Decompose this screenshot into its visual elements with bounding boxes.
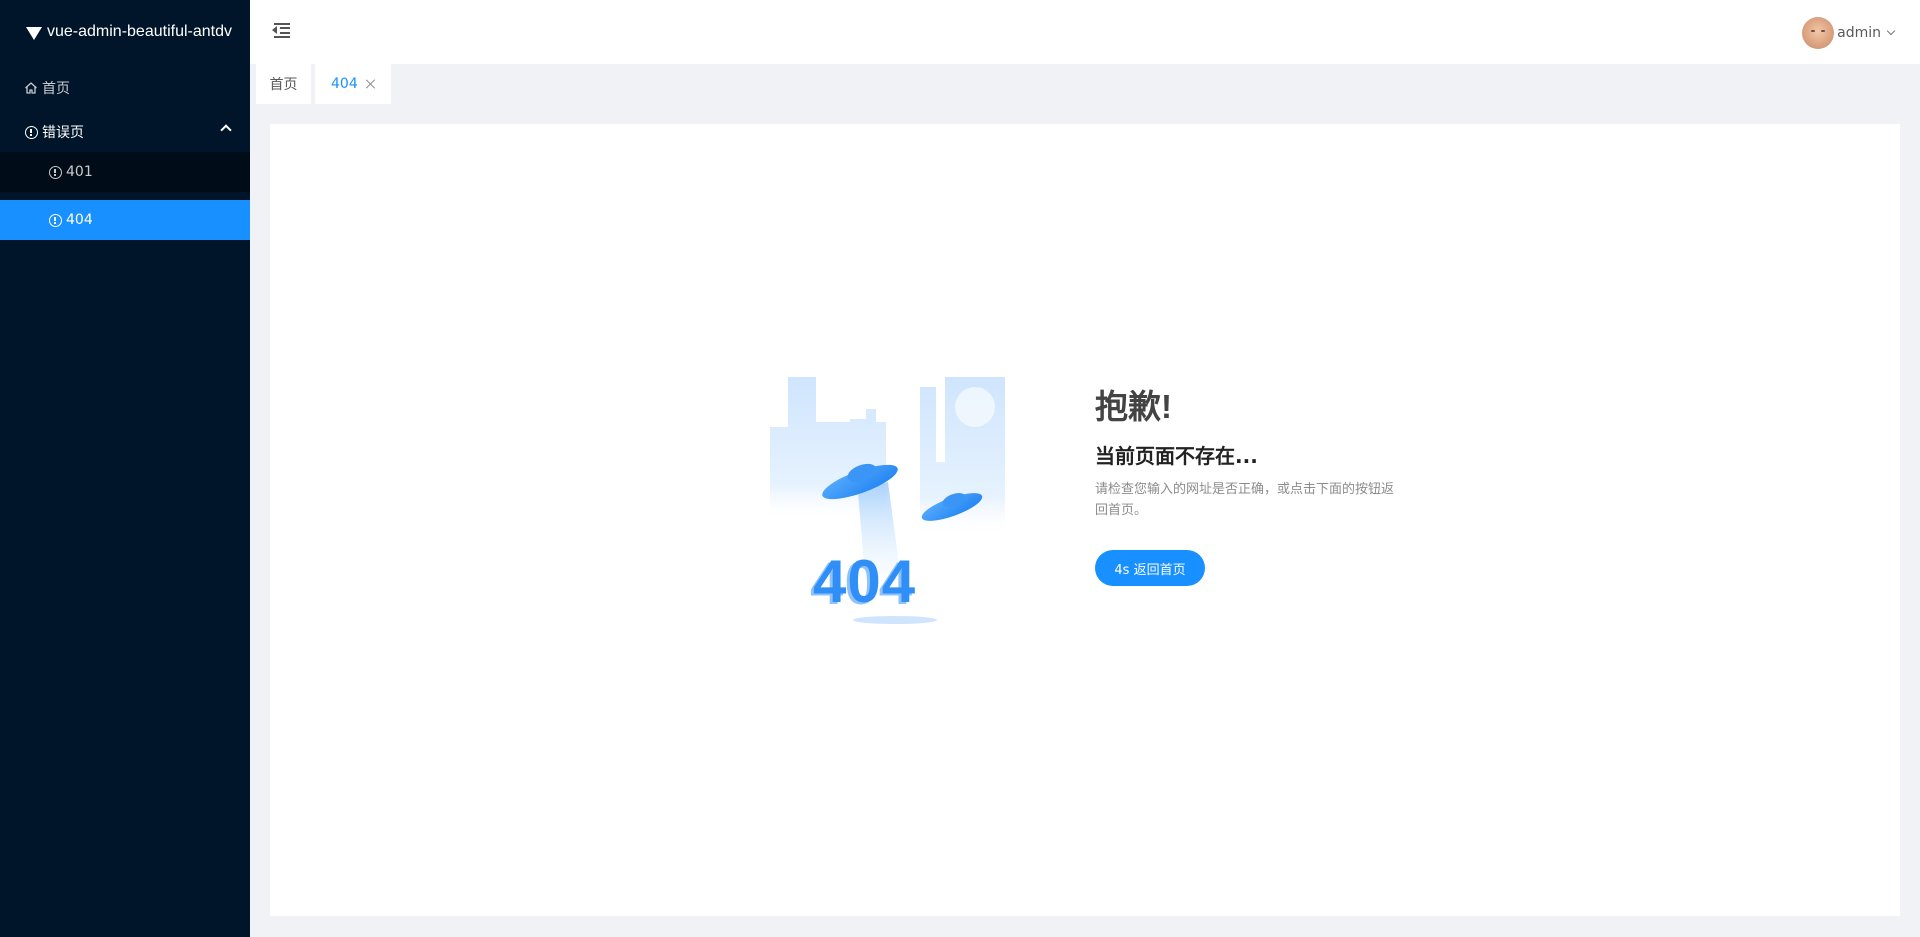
- user-name: admin: [1837, 25, 1881, 41]
- tab-home[interactable]: 首页: [256, 64, 311, 104]
- vue-logo-icon: [26, 26, 42, 40]
- sidebar-item-401[interactable]: 401: [0, 152, 250, 192]
- sidebar-item-label: 401: [66, 164, 93, 180]
- main-content: 404 抱歉! 当前页面不存在... 请检查您输入的网址是否正确，或点击下面的按…: [270, 124, 1900, 916]
- sidebar-item-label: 错误页: [42, 125, 84, 141]
- chevron-up-icon: [220, 124, 232, 136]
- sidebar-item-404[interactable]: 404: [0, 200, 250, 240]
- error-text-block: 抱歉! 当前页面不存在... 请检查您输入的网址是否正确，或点击下面的按钮返回首…: [1095, 387, 1415, 586]
- menu-fold-icon[interactable]: [272, 22, 290, 38]
- app-logo[interactable]: vue-admin-beautiful-antdv: [0, 0, 250, 64]
- error-info: 请检查您输入的网址是否正确，或点击下面的按钮返回首页。: [1095, 482, 1395, 518]
- app-title: vue-admin-beautiful-antdv: [47, 23, 232, 40]
- tabs-bar: 首页 404: [250, 64, 1920, 104]
- page-title: 抱歉!: [1095, 388, 1172, 425]
- close-icon[interactable]: [366, 79, 376, 89]
- 404-illustration-text: 404: [813, 548, 917, 615]
- avatar: [1802, 17, 1835, 49]
- sidebar-menu: 首页 错误页 401 404: [0, 68, 250, 240]
- 404-illustration: 404: [770, 377, 1010, 627]
- sidebar-item-label: 首页: [42, 81, 70, 97]
- exclamation-circle-icon: [24, 125, 38, 139]
- sidebar-submenu-error-pages[interactable]: 错误页: [0, 112, 250, 152]
- exclamation-circle-icon: [48, 165, 62, 179]
- chevron-down-icon: [1886, 26, 1896, 36]
- return-home-button[interactable]: 4s 返回首页: [1095, 550, 1205, 586]
- sidebar-item-label: 404: [66, 212, 93, 228]
- home-icon: [24, 81, 38, 95]
- sidebar-item-home[interactable]: 首页: [0, 68, 250, 108]
- tab-label: 首页: [269, 77, 298, 93]
- error-headline: 当前页面不存在...: [1095, 444, 1258, 468]
- tab-label: 404: [331, 76, 358, 92]
- tab-404[interactable]: 404: [315, 64, 391, 104]
- exclamation-circle-icon: [48, 213, 62, 227]
- top-header: admin: [250, 0, 1920, 64]
- sidebar: vue-admin-beautiful-antdv 首页 错误页 401 404: [0, 0, 250, 937]
- user-dropdown[interactable]: admin: [1802, 17, 1896, 49]
- sidebar-submenu: 401 404: [0, 152, 250, 240]
